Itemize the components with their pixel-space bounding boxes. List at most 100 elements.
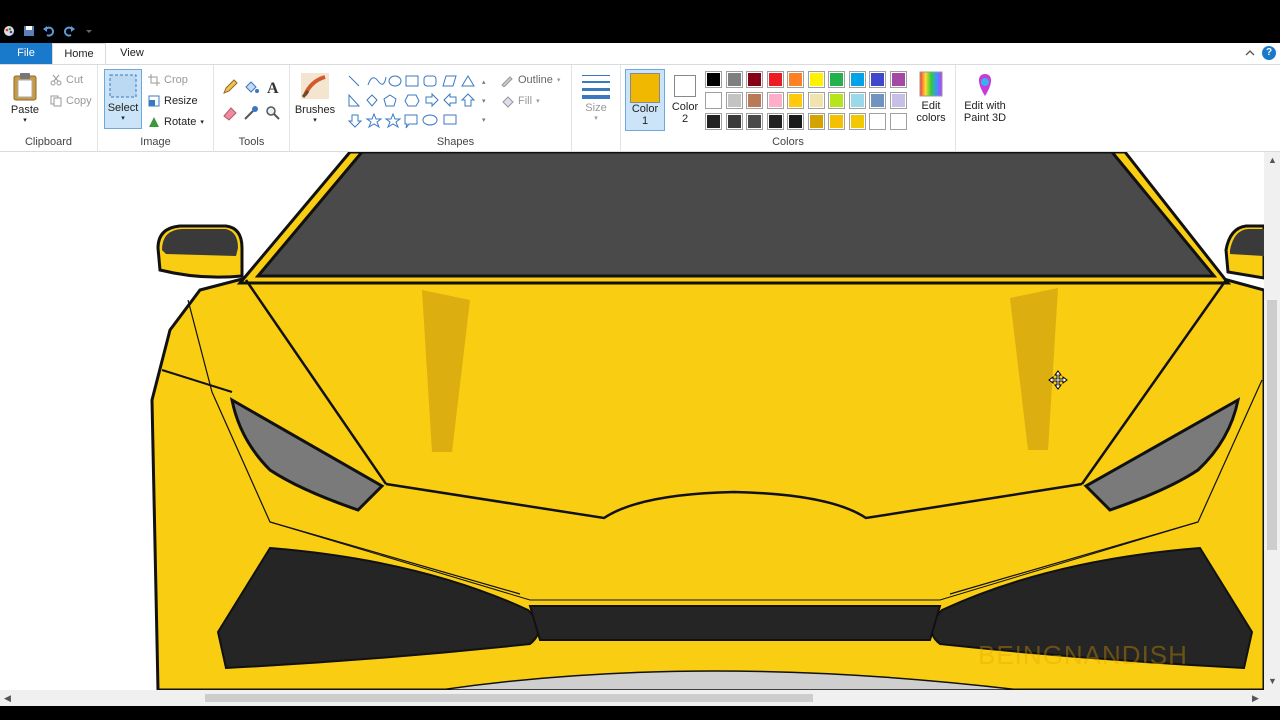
windshield-glass [254, 152, 1218, 278]
brushes-label: Brushes [294, 104, 336, 116]
palette-swatch[interactable] [746, 113, 763, 130]
drawing-canvas[interactable]: BEINGNANDISH [0, 152, 1264, 690]
palette-swatch[interactable] [848, 113, 866, 130]
palette-swatch[interactable] [725, 92, 743, 109]
palette-swatch[interactable] [889, 92, 907, 109]
help-icon[interactable]: ? [1262, 46, 1276, 60]
palette-swatch[interactable] [828, 92, 845, 109]
palette-swatch[interactable] [705, 113, 722, 130]
select-button[interactable]: Select ▾ [104, 69, 142, 129]
color1-swatch [630, 73, 660, 103]
tab-view[interactable]: View [110, 43, 154, 64]
palette-swatch[interactable] [787, 71, 804, 88]
size-dropdown-icon: ▾ [594, 115, 598, 122]
brush-icon [301, 73, 329, 99]
fill-button[interactable]: Fill ▾ [500, 92, 540, 110]
color1-label: Color [631, 103, 659, 115]
palette-swatch[interactable] [848, 71, 866, 88]
save-icon[interactable] [22, 24, 36, 38]
undo-icon[interactable] [42, 24, 56, 38]
palette-swatch[interactable] [828, 113, 845, 130]
minimize-ribbon-icon[interactable] [1244, 47, 1256, 59]
horizontal-scrollbar[interactable]: ◀ ▶ [0, 690, 1264, 706]
paint-app-icon[interactable] [2, 24, 16, 38]
palette-swatch-fill [727, 115, 741, 128]
crop-button[interactable]: Crop [148, 71, 188, 89]
pencil-icon[interactable] [222, 79, 238, 95]
palette-swatch[interactable] [705, 71, 722, 88]
rotate-button[interactable]: Rotate ▾ [148, 113, 204, 131]
palette-swatch[interactable] [725, 71, 743, 88]
vertical-scroll-thumb[interactable] [1267, 300, 1277, 550]
brushes-button[interactable]: Brushes ▾ [294, 71, 336, 124]
palette-swatch[interactable] [869, 71, 886, 88]
scroll-up-icon[interactable]: ▲ [1268, 155, 1277, 165]
palette-swatch-fill [871, 94, 884, 107]
fill-bucket-icon[interactable] [243, 79, 259, 95]
selection-rectangle-icon [109, 74, 137, 98]
palette-swatch[interactable] [787, 113, 804, 130]
shapes-gallery[interactable] [346, 73, 496, 133]
palette-swatch[interactable] [766, 113, 784, 130]
palette-swatch[interactable] [848, 92, 866, 109]
tools-group: A Tools [214, 65, 290, 152]
shapes-scroll[interactable]: ▴ ▾ ▾ [482, 73, 486, 130]
palette-swatch[interactable] [766, 92, 784, 109]
svg-text:A: A [267, 80, 279, 95]
palette-swatch[interactable] [705, 92, 722, 109]
color1-button[interactable]: Color 1 [625, 69, 665, 131]
eraser-icon[interactable] [222, 105, 238, 121]
size-button[interactable]: Size ▾ [578, 71, 614, 122]
palette-swatch[interactable] [889, 71, 907, 88]
customize-qat-icon[interactable] [82, 24, 96, 38]
resize-icon [148, 95, 160, 107]
copy-button[interactable]: Copy [50, 92, 92, 110]
quick-access-toolbar [0, 22, 96, 40]
palette-swatch-fill [809, 115, 823, 128]
palette-swatch-fill [789, 73, 802, 86]
palette-swatch[interactable] [828, 71, 845, 88]
edit-colors-label-2: colors [916, 112, 946, 124]
palette-swatch[interactable] [869, 92, 886, 109]
line-size-icon [582, 75, 610, 99]
edit-colors-button[interactable]: Edit colors [913, 71, 949, 124]
color-picker-icon[interactable] [243, 105, 259, 121]
redo-icon[interactable] [62, 24, 76, 38]
paste-button[interactable]: Paste ▾ [6, 71, 44, 124]
palette-swatch[interactable] [889, 113, 907, 130]
palette-swatch[interactable] [807, 71, 825, 88]
paste-label: Paste [10, 104, 40, 116]
color1-number: 1 [641, 115, 649, 127]
cut-button[interactable]: Cut [50, 71, 83, 89]
scroll-down-icon[interactable]: ▼ [1268, 676, 1277, 686]
palette-swatch[interactable] [807, 92, 825, 109]
move-cursor-icon [1048, 370, 1068, 390]
outline-button[interactable]: Outline ▾ [500, 71, 560, 89]
palette-swatch[interactable] [746, 92, 763, 109]
copy-icon [50, 95, 62, 107]
paste-dropdown-icon: ▾ [23, 117, 27, 124]
color2-button[interactable]: Color 2 [667, 69, 703, 125]
palette-swatch[interactable] [787, 92, 804, 109]
tab-home[interactable]: Home [52, 43, 106, 64]
palette-swatch[interactable] [807, 113, 825, 130]
palette-swatch-fill [789, 94, 802, 107]
scroll-left-icon[interactable]: ◀ [4, 693, 11, 704]
text-icon[interactable]: A [265, 79, 281, 95]
scroll-right-icon[interactable]: ▶ [1252, 693, 1259, 704]
edit-with-paint3d-button[interactable]: Edit with Paint 3D [958, 73, 1012, 124]
edit-colors-label-1: Edit [921, 100, 941, 112]
horizontal-scroll-thumb[interactable] [205, 694, 813, 702]
palette-swatch[interactable] [746, 71, 763, 88]
palette-swatch[interactable] [869, 113, 886, 130]
resize-button[interactable]: Resize [148, 92, 198, 110]
rotate-label: Rotate [164, 116, 197, 128]
palette-swatch-fill [850, 94, 864, 107]
magnifier-icon[interactable] [265, 105, 281, 121]
palette-swatch[interactable] [766, 71, 784, 88]
palette-swatch[interactable] [725, 113, 743, 130]
palette-swatch-fill [748, 115, 761, 128]
bottom-bar [0, 706, 1280, 720]
vertical-scrollbar[interactable]: ▲ ▼ [1264, 152, 1280, 690]
tab-file[interactable]: File [0, 43, 52, 64]
